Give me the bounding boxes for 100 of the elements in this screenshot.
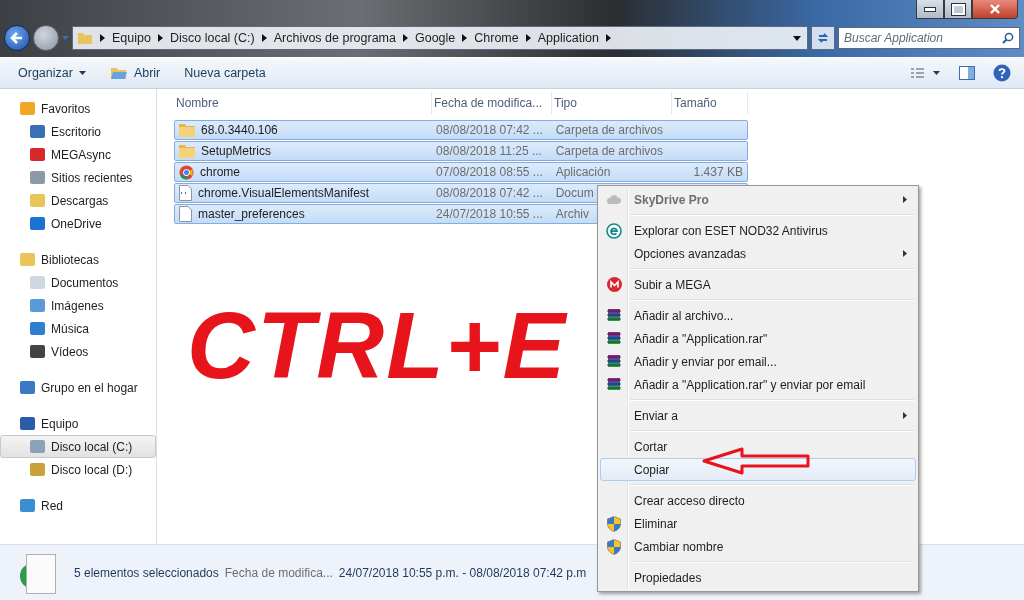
date-cell: 08/08/2018 07:42 ... bbox=[436, 123, 543, 137]
sidebar-item[interactable]: Música bbox=[0, 317, 156, 340]
sidebar-item[interactable]: Descargas bbox=[0, 189, 156, 212]
chevron-icon[interactable] bbox=[157, 34, 163, 42]
menu-item[interactable]: Eliminar bbox=[600, 512, 916, 535]
app-icon bbox=[179, 164, 194, 180]
back-arrow-icon bbox=[9, 30, 25, 46]
type-cell: Docum bbox=[555, 186, 594, 200]
sidebar-item[interactable]: MEGAsync bbox=[0, 143, 156, 166]
menu-item[interactable]: Añadir a "Application.rar" bbox=[600, 327, 916, 350]
archive-stack-icon bbox=[606, 307, 622, 324]
close-icon bbox=[989, 3, 1001, 15]
file-name: SetupMetrics bbox=[201, 144, 272, 158]
chevron-icon[interactable] bbox=[100, 34, 105, 42]
sidebar-item[interactable]: Sitios recientes bbox=[0, 166, 156, 189]
sidebar-item[interactable]: Documentos bbox=[0, 271, 156, 294]
date-cell: 24/07/2018 10:55 ... bbox=[436, 207, 543, 221]
file-icon bbox=[179, 206, 192, 222]
address-bar[interactable]: Equipo Disco local (C:) Archivos de programa Google Chrome Application bbox=[72, 26, 808, 50]
menu-item[interactable]: Subir a MEGA bbox=[600, 273, 916, 296]
open-button[interactable]: Abrir bbox=[101, 63, 169, 83]
column-header[interactable]: Tamaño bbox=[672, 92, 748, 114]
search-field[interactable]: Buscar Application bbox=[838, 27, 1020, 49]
column-header[interactable]: Nombre bbox=[174, 92, 432, 114]
minimize-button[interactable] bbox=[916, 0, 944, 19]
sidebar-item[interactable]: Red bbox=[0, 494, 156, 517]
status-label: Fecha de modifica... bbox=[224, 565, 333, 580]
submenu-arrow-icon bbox=[903, 196, 907, 203]
sidebar-item[interactable]: OneDrive bbox=[0, 212, 156, 235]
submenu-arrow-icon bbox=[903, 412, 907, 419]
menu-item[interactable]: Añadir a "Application.rar" y enviar por email bbox=[600, 373, 916, 396]
file-row[interactable]: SetupMetrics 08/08/2018 11:25 ... Carpeta de archivos bbox=[174, 141, 748, 161]
sidebar-item[interactable]: Equipo bbox=[0, 412, 156, 435]
menu-item[interactable]: Añadir y enviar por email... bbox=[600, 350, 916, 373]
menu-item[interactable]: Añadir al archivo... bbox=[600, 304, 916, 327]
breadcrumb[interactable]: Application bbox=[537, 31, 599, 45]
refresh-icon bbox=[816, 31, 830, 45]
menu-item[interactable]: Opciones avanzadas bbox=[600, 242, 916, 265]
forward-button[interactable] bbox=[33, 25, 59, 51]
maximize-button[interactable] bbox=[944, 0, 972, 19]
breadcrumb[interactable]: Chrome bbox=[474, 31, 519, 45]
file-name: chrome.VisualElementsManifest bbox=[198, 186, 370, 200]
breadcrumb[interactable]: Equipo bbox=[112, 31, 151, 45]
refresh-button[interactable] bbox=[811, 26, 835, 50]
sidebar-item[interactable]: Disco local (C:) bbox=[0, 435, 156, 458]
folder-icon bbox=[77, 30, 93, 46]
sidebar-item[interactable]: Imágenes bbox=[0, 294, 156, 317]
date-cell: 08/08/2018 11:25 ... bbox=[436, 144, 542, 158]
search-icon bbox=[1002, 32, 1014, 44]
sidebar-item[interactable]: Disco local (D:) bbox=[0, 458, 156, 481]
file-name: master_preferences bbox=[198, 207, 305, 221]
menu-item[interactable]: Copiar bbox=[600, 458, 916, 481]
folder-icon bbox=[179, 144, 195, 158]
date-cell: 07/08/2018 08:55 ... bbox=[436, 165, 543, 179]
close-button[interactable] bbox=[972, 0, 1018, 19]
file-row[interactable]: chrome 07/08/2018 08:55 ... Aplicación 1.437 KB bbox=[174, 162, 748, 182]
breadcrumb[interactable]: Disco local (C:) bbox=[169, 31, 255, 45]
submenu-arrow-icon bbox=[903, 250, 907, 257]
selection-count: 5 elementos seleccionados bbox=[74, 565, 219, 580]
sidebar-item[interactable]: Grupo en el hogar bbox=[0, 376, 156, 399]
shield-icon bbox=[607, 515, 621, 532]
menu-item[interactable]: Enviar a bbox=[600, 404, 916, 427]
caret-icon bbox=[78, 71, 86, 75]
date-cell: 08/08/2018 07:42 ... bbox=[436, 186, 543, 200]
chevron-icon[interactable] bbox=[462, 34, 468, 42]
organize-button[interactable]: Organizar bbox=[10, 63, 94, 83]
menu-item[interactable]: Crear acceso directo bbox=[600, 489, 916, 512]
new-folder-button[interactable]: Nueva carpeta bbox=[176, 63, 274, 83]
file-name: chrome bbox=[200, 165, 240, 179]
archive-stack-icon bbox=[606, 353, 622, 370]
file-row[interactable]: 68.0.3440.106 08/08/2018 07:42 ... Carpeta de archivos bbox=[174, 120, 748, 140]
sidebar-item[interactable]: Vídeos bbox=[0, 340, 156, 363]
folder-icon bbox=[179, 123, 195, 137]
chevron-icon[interactable] bbox=[402, 34, 408, 42]
caret-icon[interactable] bbox=[793, 35, 801, 41]
column-header[interactable]: Tipo bbox=[552, 92, 672, 114]
menu-item[interactable]: Cambiar nombre bbox=[600, 535, 916, 558]
sidebar-item[interactable]: Bibliotecas bbox=[0, 248, 156, 271]
antivirus-icon bbox=[606, 222, 622, 239]
type-cell: Carpeta de archivos bbox=[555, 123, 664, 137]
type-cell: Aplicación bbox=[555, 165, 611, 179]
code-document-icon bbox=[179, 185, 192, 201]
sidebar-item[interactable]: Escritorio bbox=[0, 120, 156, 143]
chevron-icon[interactable] bbox=[605, 34, 611, 42]
chevron-icon[interactable] bbox=[261, 34, 267, 42]
back-button[interactable] bbox=[4, 25, 30, 51]
handwritten-annotation: CTRL+E bbox=[187, 299, 568, 393]
type-cell: Archiv bbox=[555, 207, 589, 221]
status-value: 24/07/2018 10:55 p.m. - 08/08/2018 07:42 p.m bbox=[338, 565, 587, 580]
file-name: 68.0.3440.106 bbox=[201, 123, 278, 137]
column-header[interactable]: Fecha de modifica... bbox=[432, 92, 552, 114]
folder-icon bbox=[109, 66, 128, 80]
menu-item[interactable]: Cortar bbox=[600, 435, 916, 458]
breadcrumb[interactable]: Archivos de programa bbox=[273, 31, 396, 45]
archive-stack-icon bbox=[606, 376, 622, 393]
breadcrumb[interactable]: Google bbox=[414, 31, 456, 45]
chevron-icon[interactable] bbox=[525, 34, 531, 42]
size-cell: 1.437 KB bbox=[693, 165, 743, 179]
sidebar-item[interactable]: Favoritos bbox=[0, 97, 156, 120]
menu-item[interactable]: Propiedades bbox=[600, 566, 916, 589]
